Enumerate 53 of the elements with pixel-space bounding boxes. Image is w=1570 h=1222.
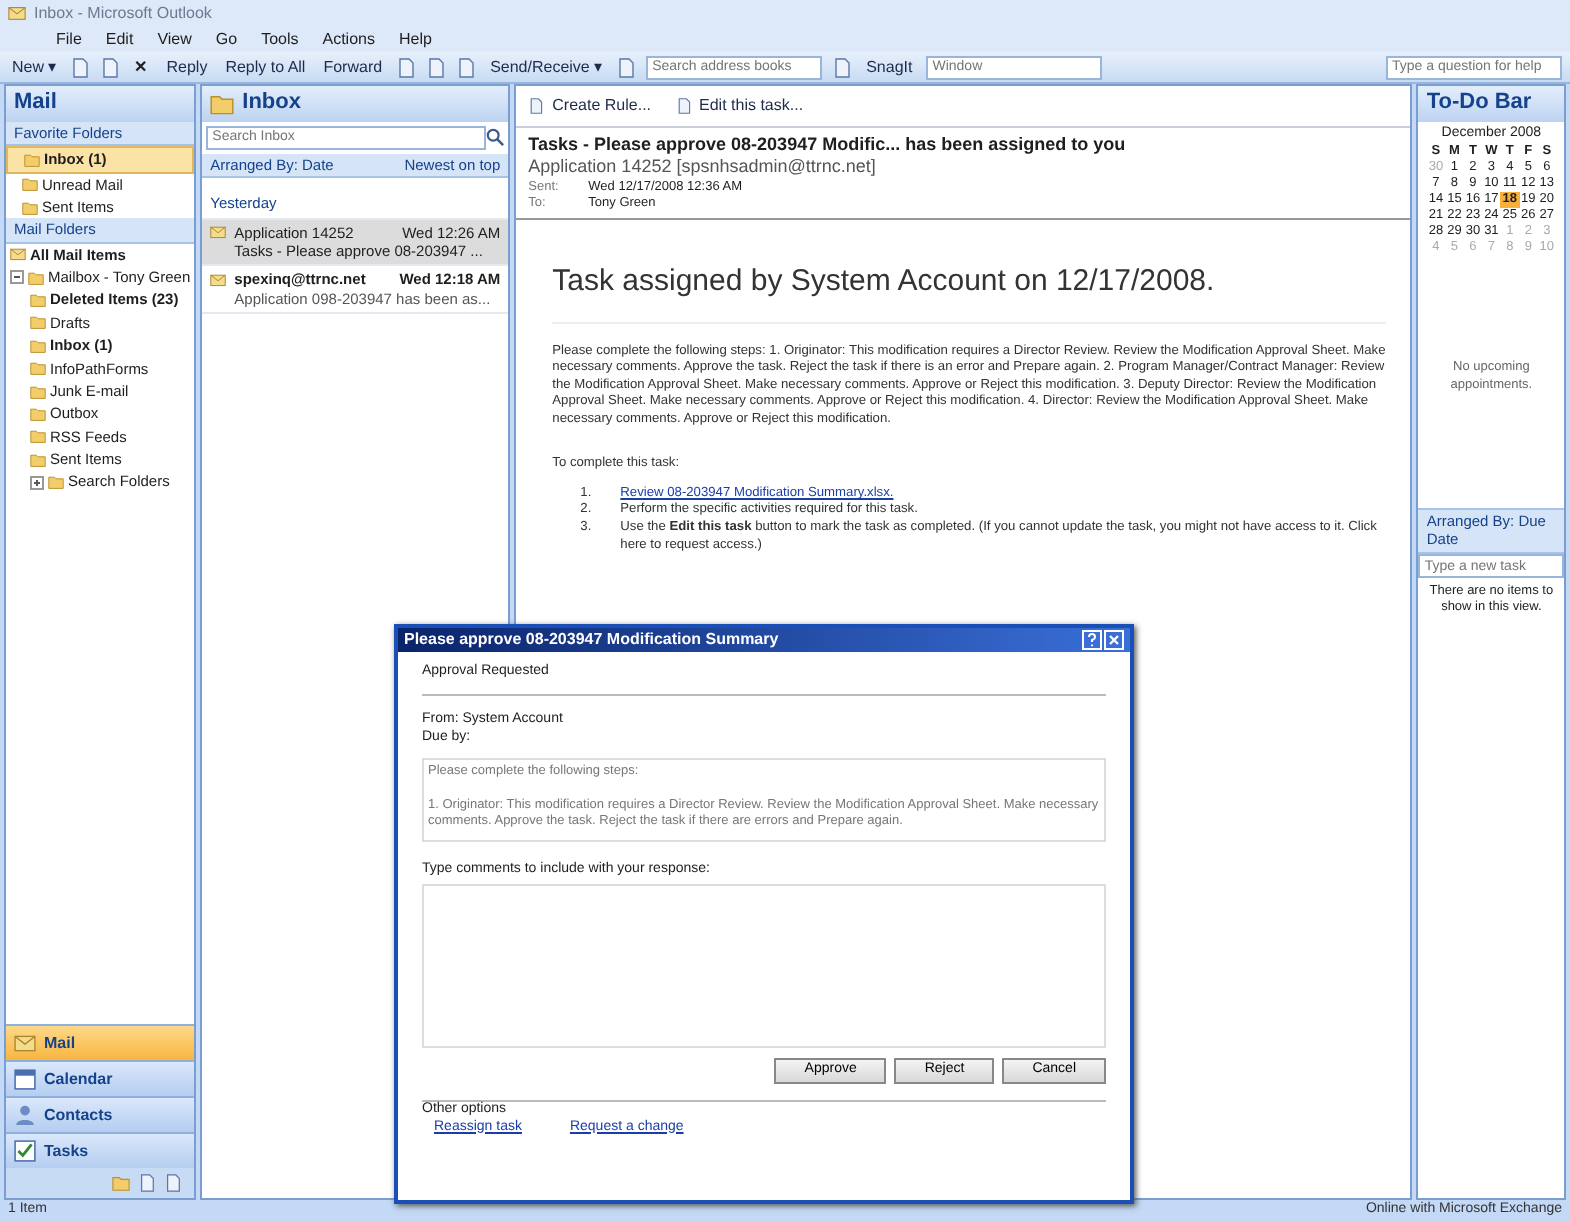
envelope-icon bbox=[210, 224, 227, 241]
pane-title: Inbox bbox=[242, 90, 301, 118]
folder-icon bbox=[210, 91, 235, 116]
menu-item[interactable]: View bbox=[157, 29, 192, 49]
document-icon[interactable] bbox=[426, 57, 447, 77]
check-icon bbox=[14, 1140, 36, 1162]
message-heading: Task assigned by System Account on 12/17/2008. bbox=[552, 263, 1387, 323]
toolbar-button[interactable]: Send/Receive ▾ bbox=[486, 53, 607, 81]
document-icon[interactable] bbox=[456, 57, 477, 77]
folder-icon[interactable] bbox=[112, 1174, 131, 1192]
menu-item[interactable]: Go bbox=[215, 29, 238, 49]
pane-title: To-Do Bar bbox=[1418, 86, 1564, 122]
window-title: Inbox - Microsoft Outlook bbox=[34, 3, 212, 23]
action-button[interactable]: Edit this task... bbox=[671, 92, 808, 120]
menu-item[interactable]: Tools bbox=[261, 29, 299, 49]
nav-button[interactable]: Contacts bbox=[6, 1096, 195, 1132]
dialog-title: Please approve 08-203947 Modification Summary bbox=[404, 630, 781, 650]
calendar-icon bbox=[14, 1068, 36, 1090]
nav-button[interactable]: Mail bbox=[6, 1024, 195, 1060]
document-icon[interactable] bbox=[396, 57, 417, 77]
toolbar-button[interactable]: SnagIt bbox=[862, 53, 917, 81]
document-icon bbox=[528, 98, 545, 114]
toolbar-button[interactable]: Forward bbox=[319, 53, 387, 81]
action-button[interactable]: Create Rule... bbox=[524, 92, 656, 120]
toolbar-button[interactable]: Reply bbox=[162, 53, 212, 81]
nav-button[interactable]: Tasks bbox=[6, 1132, 195, 1168]
collapse-icon[interactable] bbox=[10, 270, 24, 285]
app-icon bbox=[8, 4, 26, 22]
toolbar-button[interactable]: New ▾ bbox=[8, 53, 61, 81]
pane-title: Mail bbox=[6, 86, 195, 122]
person-icon bbox=[14, 1104, 36, 1126]
close-icon[interactable] bbox=[1104, 630, 1124, 650]
document-icon[interactable] bbox=[100, 57, 121, 77]
envelope-icon bbox=[14, 1032, 36, 1054]
envelope-icon bbox=[210, 271, 227, 288]
comments-field[interactable] bbox=[422, 884, 1106, 1048]
message-subject: Tasks - Please approve 08-203947 Modific... has been assigned to you bbox=[528, 134, 1128, 157]
delete-button[interactable]: ✕ bbox=[130, 53, 153, 81]
document-icon bbox=[675, 98, 692, 114]
menu-item[interactable]: Help bbox=[398, 29, 432, 49]
nav-button[interactable]: Calendar bbox=[6, 1060, 195, 1096]
document-icon[interactable] bbox=[70, 57, 91, 77]
document-icon[interactable] bbox=[832, 57, 853, 77]
expand-icon[interactable] bbox=[30, 475, 44, 490]
document-icon[interactable] bbox=[616, 57, 637, 77]
search-icon[interactable] bbox=[486, 128, 505, 147]
envelope-icon bbox=[10, 246, 26, 263]
menu-item[interactable]: File bbox=[56, 29, 82, 49]
menu-item[interactable]: Actions bbox=[322, 29, 375, 49]
help-icon[interactable] bbox=[1082, 630, 1102, 650]
sender-name: Application 14252 [spsnhsadmin@ttrnc.net] bbox=[528, 156, 878, 179]
toolbar-button[interactable]: Reply to All bbox=[221, 53, 310, 81]
menu-item[interactable]: Edit bbox=[105, 29, 134, 49]
